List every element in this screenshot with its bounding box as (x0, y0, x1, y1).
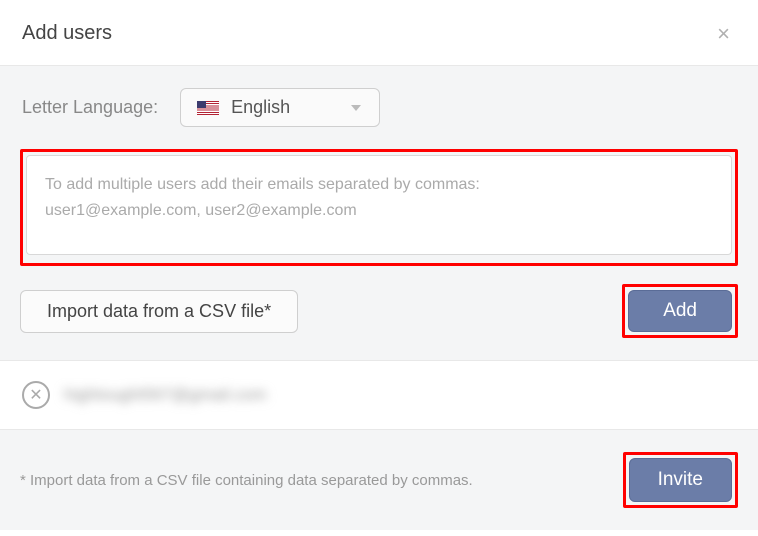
modal-footer: * Import data from a CSV file containing… (0, 430, 758, 530)
button-row: Import data from a CSV file* Add (20, 284, 738, 338)
modal-body: Letter Language: English Import data fro… (0, 66, 758, 361)
pending-user-email: hightought567@gmail.com (64, 385, 267, 405)
import-csv-button[interactable]: Import data from a CSV file* (20, 290, 298, 333)
language-row: Letter Language: English (20, 88, 738, 127)
emails-input[interactable] (26, 155, 732, 255)
close-icon: ✕ (29, 385, 42, 405)
add-button[interactable]: Add (628, 290, 732, 332)
language-select[interactable]: English (180, 88, 380, 127)
invite-button-highlight: Invite (623, 452, 738, 508)
add-button-highlight: Add (622, 284, 738, 338)
invite-button[interactable]: Invite (629, 458, 732, 502)
chevron-down-icon (351, 105, 361, 111)
language-selected: English (231, 97, 339, 118)
email-input-highlight (20, 149, 738, 266)
remove-user-button[interactable]: ✕ (22, 381, 50, 409)
pending-user-row: ✕ hightought567@gmail.com (0, 361, 758, 430)
modal-header: Add users × (0, 0, 758, 66)
modal-title: Add users (22, 22, 112, 45)
csv-footnote: * Import data from a CSV file containing… (20, 472, 473, 489)
add-users-modal: Add users × Letter Language: English Imp… (0, 0, 758, 530)
language-label: Letter Language: (22, 97, 158, 118)
close-icon[interactable]: × (717, 23, 730, 45)
us-flag-icon (197, 101, 219, 115)
